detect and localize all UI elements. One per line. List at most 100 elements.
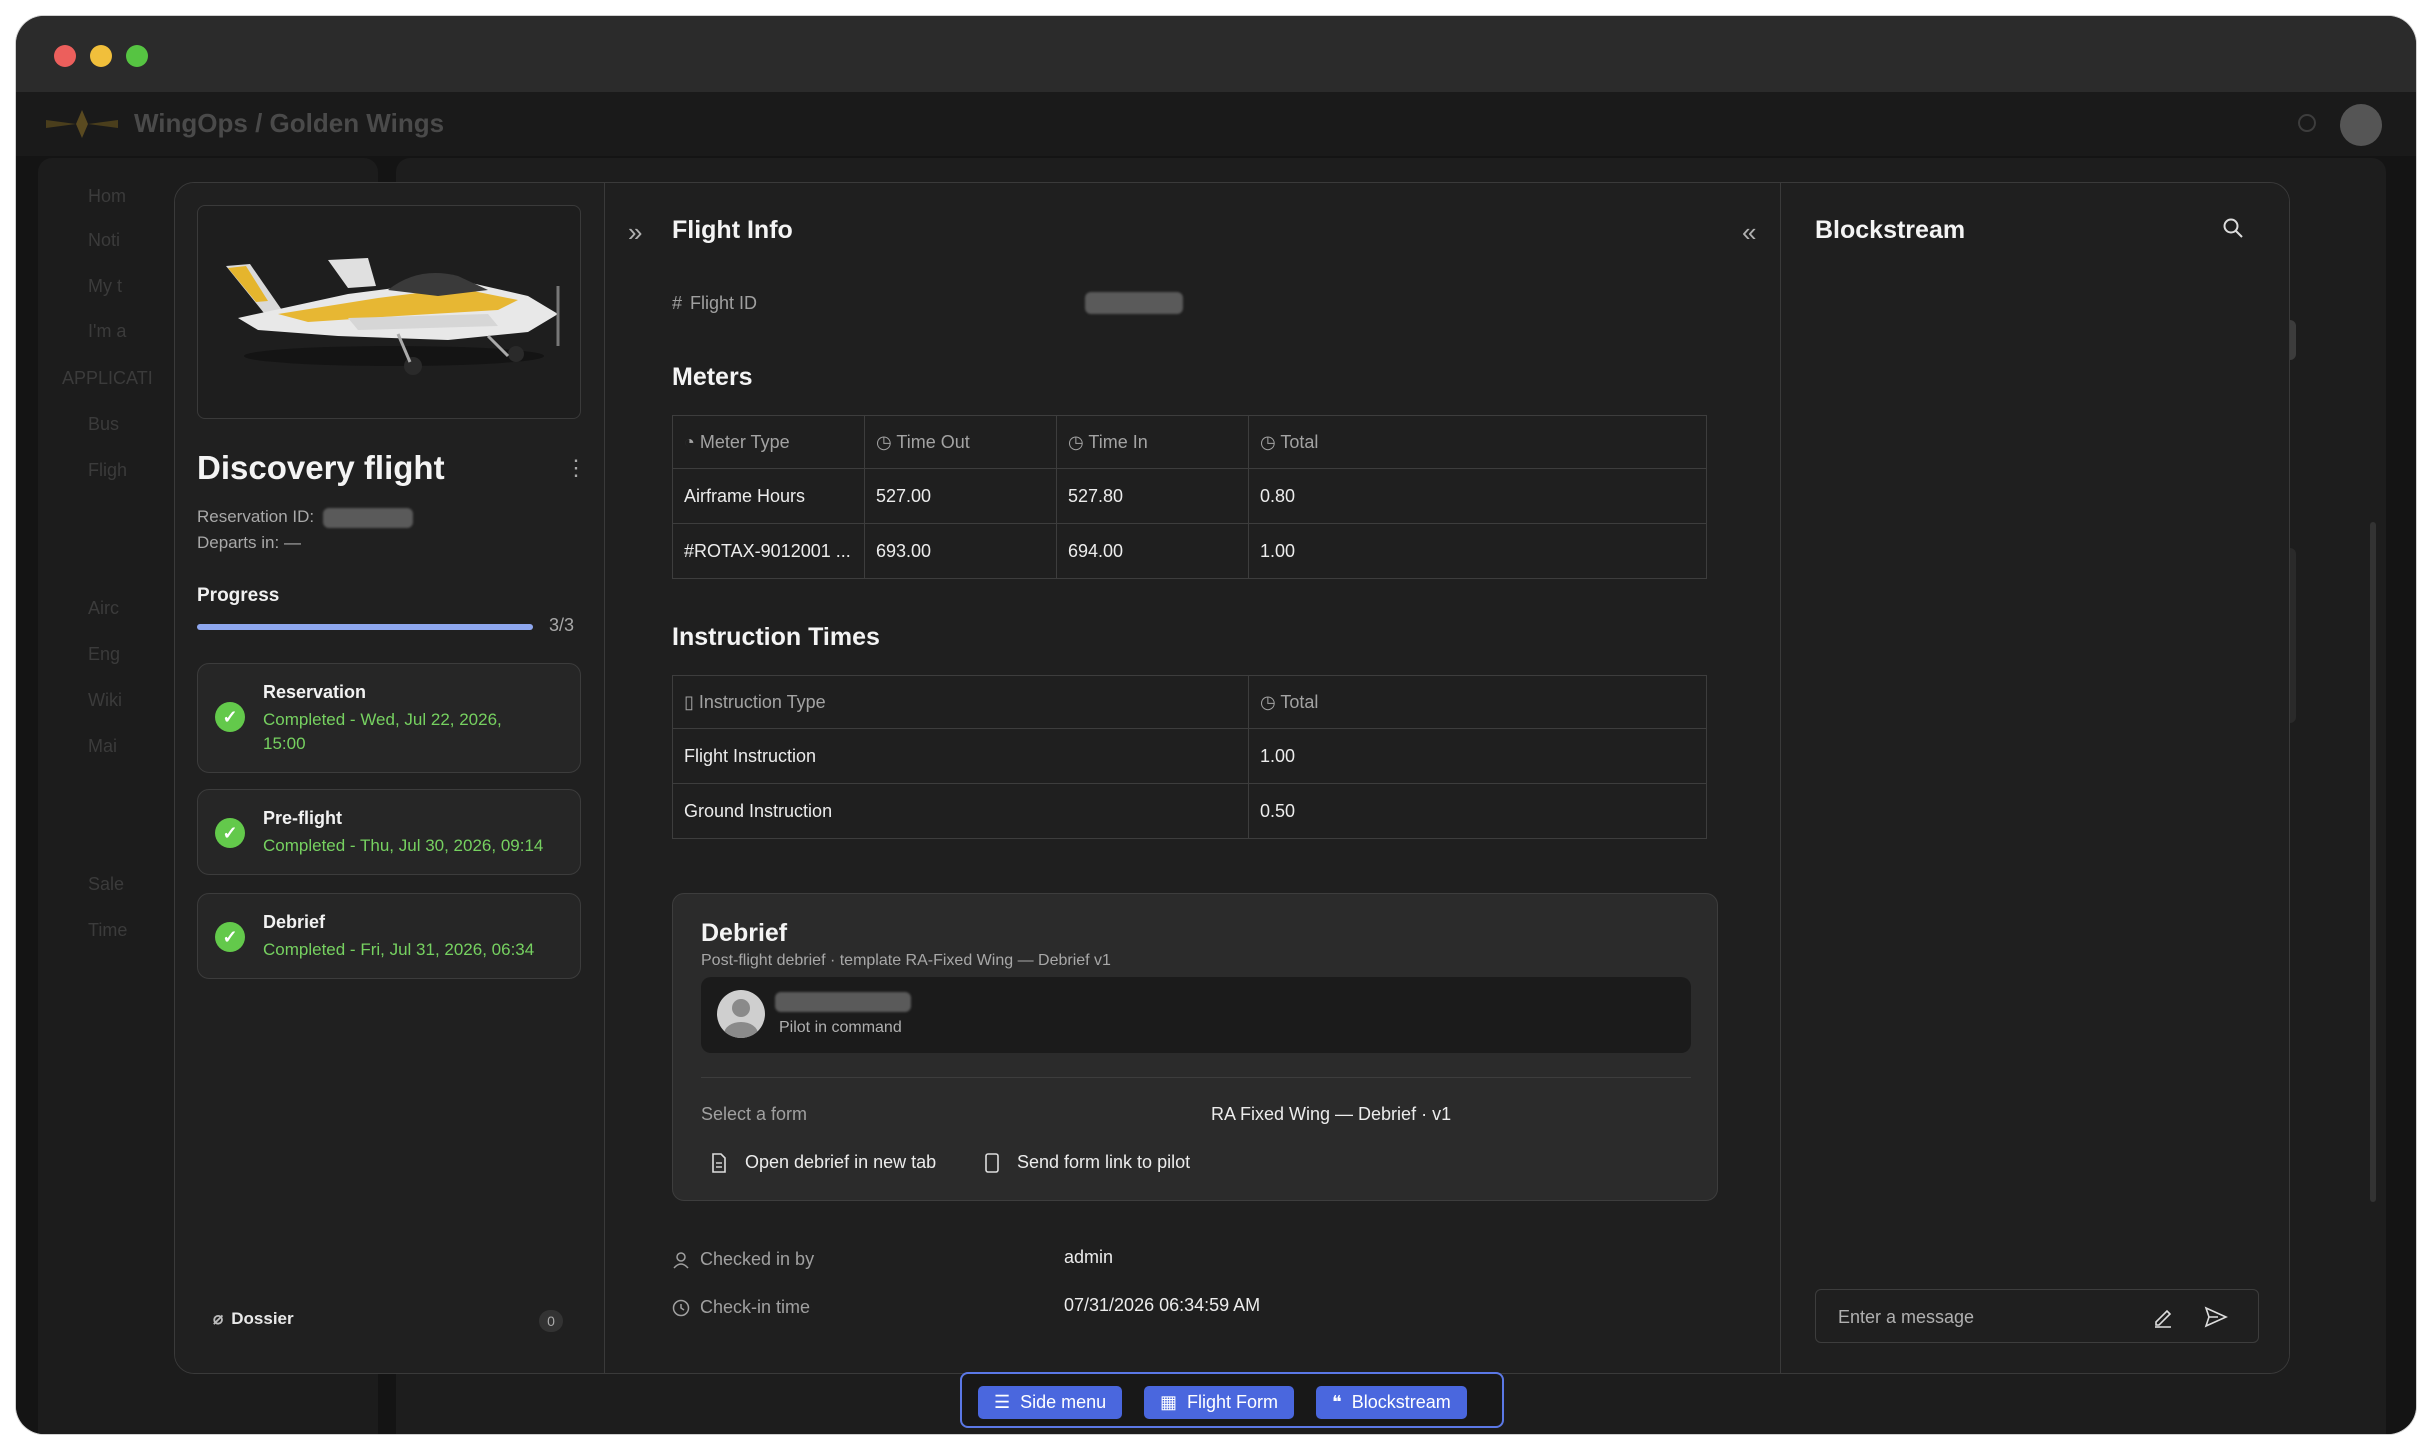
document-icon: ▯ (684, 691, 699, 712)
aircraft-image (197, 205, 581, 419)
background-topbar: WingOps / Golden Wings (16, 92, 2416, 156)
search-icon[interactable] (2222, 217, 2244, 239)
chat-icon: ❝ (1332, 1392, 1342, 1412)
table-cell: 0.80 (1248, 468, 1707, 524)
check-icon: ✓ (215, 922, 245, 952)
progress-label: Progress (197, 585, 280, 606)
paperclip-icon: ⌀ (213, 1309, 224, 1328)
send-form-link-button[interactable]: Send form link to pilot (985, 1152, 1190, 1173)
step-status: Completed - Fri, Jul 31, 2026, 06:34 (263, 940, 535, 959)
user-avatar[interactable] (2340, 104, 2382, 146)
meters-table: ◔ Meter Type ◷ Time Out ◷ Time In ◷ Tota… (672, 415, 1707, 579)
blockstream-title: Blockstream (1815, 216, 1966, 244)
step-preflight[interactable]: ✓ Pre-flight Completed - Thu, Jul 30, 20… (197, 789, 581, 875)
table-header-row: ◔ Meter Type ◷ Time Out ◷ Time In ◷ Tota… (672, 415, 1707, 469)
side-menu-button[interactable]: ☰ Side menu (978, 1386, 1123, 1419)
table-row: Flight Instruction 1.00 (672, 728, 1707, 784)
blockstream-panel: Blockstream Enter a message (1782, 183, 2289, 1373)
flight-id-label: # Flight ID (672, 293, 758, 313)
clock-icon: ◷ (1068, 431, 1089, 452)
avatar (717, 990, 765, 1038)
table-row: #ROTAX-9012001 ... 693.00 694.00 1.00 (672, 523, 1707, 579)
col-time-in: ◷ Time In (1056, 415, 1249, 469)
table-cell[interactable]: 0.50 (1248, 783, 1707, 839)
maximize-window-button[interactable] (126, 45, 148, 67)
clock-icon (672, 1299, 690, 1316)
form-select[interactable]: RA Fixed Wing — Debrief · v1 (1211, 1104, 1451, 1125)
bg-nav-item[interactable]: Hom (88, 186, 126, 207)
flight-info-panel: » Flight Info « # Flight ID Meters ◔ Mete… (606, 183, 1781, 1373)
bg-nav-item[interactable]: Wiki (88, 690, 122, 711)
message-input[interactable]: Enter a message (1815, 1289, 2259, 1343)
table-cell: 1.00 (1248, 523, 1707, 579)
table-cell: Airframe Hours (672, 468, 865, 524)
user-icon (673, 1251, 689, 1269)
progress-count: 3/3 (549, 615, 575, 635)
send-icon[interactable] (2204, 1306, 2228, 1328)
bg-nav-item[interactable]: Time (88, 920, 127, 941)
app-window: WingOps / Golden Wings Hom Noti My t I'm… (16, 16, 2416, 1434)
clock-icon: ◷ (1260, 431, 1281, 452)
instruction-table: ▯ Instruction Type ◷ Total Flight Instru… (672, 675, 1707, 839)
table-cell: Ground Instruction (672, 783, 1249, 839)
step-reservation[interactable]: ✓ Reservation Completed - Wed, Jul 22, 2… (197, 663, 581, 773)
person-icon (724, 999, 758, 1038)
col-total: ◷ Total (1248, 415, 1707, 469)
bg-nav-item[interactable]: Eng (88, 644, 120, 665)
table-cell[interactable]: 693.00 (864, 523, 1057, 579)
debrief-card: Debrief Post-flight debrief · template R… (672, 893, 1718, 1201)
table-cell[interactable]: 694.00 (1056, 523, 1249, 579)
check-icon: ✓ (215, 702, 245, 732)
scrollbar[interactable] (2370, 522, 2376, 1202)
bg-nav-item[interactable]: Fligh (88, 460, 127, 481)
hash-icon: # (672, 293, 683, 313)
bg-nav-item[interactable]: Sale (88, 874, 124, 895)
flight-modal: Discovery flight ⋮ Reservation ID: Depar… (174, 182, 2290, 1374)
bg-nav-section: APPLICATI (62, 368, 153, 388)
departs-value: — (283, 533, 301, 552)
bg-nav-item[interactable]: I'm a (88, 321, 126, 342)
flight-form-button[interactable]: ▦ Flight Form (1144, 1386, 1295, 1419)
pencil-icon[interactable] (2152, 1306, 2174, 1328)
table-cell[interactable]: 527.00 (864, 468, 1057, 524)
col-instruction-type: ▯ Instruction Type (672, 675, 1249, 729)
step-debrief[interactable]: ✓ Debrief Completed - Fri, Jul 31, 2026,… (197, 893, 581, 979)
blockstream-button[interactable]: ❝ Blockstream (1316, 1386, 1467, 1419)
dossier-count: 0 (539, 1310, 563, 1332)
table-row: Ground Instruction 0.50 (672, 783, 1707, 839)
more-options-icon[interactable]: ⋮ (565, 455, 587, 481)
minimize-window-button[interactable] (90, 45, 112, 67)
gauge-icon: ◔ (684, 431, 700, 452)
table-row: Airframe Hours 527.00 527.80 0.80 (672, 468, 1707, 524)
wings-logo-icon (46, 110, 118, 138)
close-window-button[interactable] (54, 45, 76, 67)
bg-nav-item[interactable]: Mai (88, 736, 117, 757)
bg-nav-item[interactable]: Airc (88, 598, 119, 619)
table-cell[interactable]: 527.80 (1056, 468, 1249, 524)
divider (701, 1077, 1691, 1078)
chevrons-left-icon[interactable]: « (1742, 217, 1756, 248)
chevrons-right-icon[interactable]: » (628, 217, 642, 248)
open-debrief-button[interactable]: Open debrief in new tab (711, 1152, 936, 1173)
flight-info-title: Flight Info (672, 216, 793, 244)
redacted-value (322, 507, 413, 528)
dossier-label: Dossier (231, 1309, 294, 1328)
table-cell[interactable]: 1.00 (1248, 728, 1707, 784)
pilot-card: Pilot in command (701, 977, 1691, 1053)
document-icon (712, 1152, 726, 1173)
flight-title: Discovery flight (197, 449, 445, 486)
clock-icon: ◷ (876, 431, 897, 452)
reservation-id: Reservation ID: (197, 507, 413, 528)
message-placeholder: Enter a message (1838, 1307, 1975, 1327)
calendar-icon: ▦ (1160, 1392, 1178, 1412)
checkin-time-value: 07/31/2026 06:34:59 AM (1064, 1295, 1261, 1315)
bg-nav-item[interactable]: Noti (88, 230, 120, 251)
bg-nav-item[interactable]: My t (88, 276, 122, 297)
col-time-out: ◷ Time Out (864, 415, 1057, 469)
table-cell: Flight Instruction (672, 728, 1249, 784)
theme-toggle-icon[interactable] (2298, 114, 2316, 132)
clock-icon: ◷ (1260, 691, 1281, 712)
dossier-link[interactable]: ⌀ Dossier (213, 1309, 294, 1329)
bg-nav-item[interactable]: Bus (88, 414, 119, 435)
step-status: Completed - Wed, Jul 22, 2026, 15:00 (263, 710, 502, 753)
